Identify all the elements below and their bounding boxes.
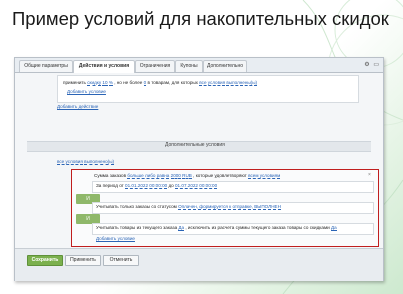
max-value[interactable]: 0 [143, 80, 147, 86]
currency-select[interactable]: RUB [182, 173, 192, 179]
save-button[interactable]: Сохранить [27, 255, 63, 266]
discount-value[interactable]: 10 [102, 80, 108, 86]
settings-icon[interactable]: ⚙ [364, 62, 369, 68]
goods-yes-select[interactable]: Да [178, 225, 185, 231]
sum-operator-select[interactable]: больше либо равна [127, 173, 170, 179]
delete-icon[interactable]: × [368, 172, 371, 178]
tab-bar: Общие параметры Действия и условия Огран… [15, 58, 383, 73]
extra-fulfilled-select[interactable]: выполнено(ы) [84, 159, 115, 165]
footer-bar: Сохранить Применить Отменить [15, 248, 383, 281]
form-content: применить скидку 10 % , но не более 0 в … [15, 73, 383, 253]
extra-all-select[interactable]: все условия [57, 159, 83, 165]
goods-line: Учитывать товары из текущего заказа Да ,… [96, 225, 337, 231]
window-controls: ⚙ ▭ [364, 61, 379, 68]
collapse-icon[interactable]: ▭ [373, 62, 379, 68]
action-line: применить скидку 10 % , но не более 0 в … [63, 80, 258, 86]
status-select[interactable]: Оплачен, формируется к отправке, ВЫПОЛНЕ… [178, 204, 281, 210]
fulfilled-select[interactable]: выполнены(ы) [226, 80, 258, 86]
sum-value[interactable]: 2000 [170, 173, 181, 179]
tab-restrictions[interactable]: Ограничения [135, 60, 175, 72]
tab-actions-conditions[interactable]: Действия и условия [73, 60, 135, 73]
period-line: За период от 01.01.2022 00:00:00 до 01.0… [96, 183, 218, 189]
tab-additional[interactable]: Дополнительно [203, 60, 247, 72]
highlighted-conditions: Сумма заказов больше либо равна 2000 RUB… [71, 169, 379, 247]
discount-editor-window: Общие параметры Действия и условия Огран… [14, 57, 384, 281]
extra-conditions-line: все условия выполнено(ы) [57, 159, 115, 165]
date-to-field[interactable]: 01.07.2022 00:00:00 [175, 183, 218, 189]
cancel-button[interactable]: Отменить [103, 255, 139, 266]
unit-select[interactable]: % [108, 80, 113, 86]
sum-all-select[interactable]: всем условиям [248, 173, 281, 179]
slide-title: Пример условий для накопительных скидок [12, 8, 389, 29]
tab-coupons[interactable]: Купоны [175, 60, 203, 72]
date-from-field[interactable]: 01.01.2022 00:00:00 [125, 183, 168, 189]
section-title: Дополнительные условия [165, 142, 225, 148]
goods-exclude-select[interactable]: Да [330, 225, 337, 231]
sum-line: Сумма заказов больше либо равна 2000 RUB… [94, 173, 281, 179]
add-condition-link[interactable]: Добавить условие [67, 89, 106, 95]
action-type-select[interactable]: скидку [87, 80, 102, 86]
add-condition-inner-link[interactable]: Добавить условие [96, 236, 135, 242]
add-action-link[interactable]: Добавить действие [57, 104, 98, 110]
all-conditions-select[interactable]: все условия [199, 80, 226, 86]
tab-general[interactable]: Общие параметры [19, 60, 73, 72]
status-line: Учитывать только заказы со статусом Опла… [96, 204, 281, 210]
apply-button[interactable]: Применить [65, 255, 101, 266]
